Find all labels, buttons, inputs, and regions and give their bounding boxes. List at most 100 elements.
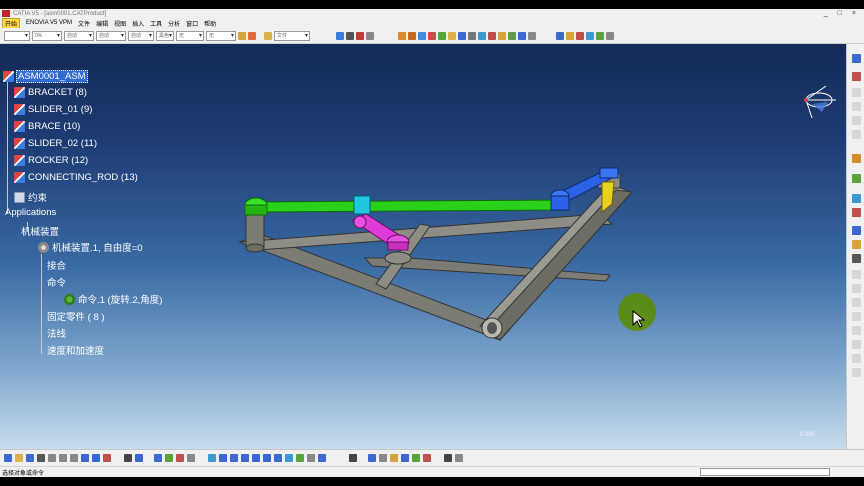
assembly-icon-2[interactable] [408,31,416,40]
stop-icon[interactable] [423,454,431,462]
simulation-icon[interactable] [852,174,861,183]
sensor-icon[interactable] [852,208,861,217]
layer-color-combo[interactable]: 黑色 [156,30,174,41]
assembly-icon-9[interactable] [478,31,486,40]
print-icon[interactable] [37,454,45,462]
maximize-button[interactable]: □ [838,10,842,17]
assembly-icon-12[interactable] [508,31,516,40]
transparency-combo[interactable]: 0% [32,30,62,41]
assembly-icon-4[interactable] [428,31,436,40]
toolbar-icon[interactable] [852,312,861,321]
normal-view-icon[interactable] [274,454,282,462]
toolbar-icon[interactable] [852,130,861,139]
fly-icon[interactable] [208,454,216,462]
mechanism-model[interactable] [0,44,846,449]
toolbar-icon[interactable] [852,102,861,111]
toolbar-icon[interactable] [852,284,861,293]
assembly-icon-10[interactable] [488,31,496,40]
kinematics-icon-3[interactable] [576,31,584,40]
toolbar-icon[interactable] [852,354,861,363]
menu-tools[interactable]: 工具 [150,19,162,28]
menu-insert[interactable]: 插入 [132,19,144,28]
undo-icon[interactable] [81,454,89,462]
linetype-combo[interactable]: 自动 [96,30,126,41]
camera-icon[interactable] [349,454,357,462]
minimize-button[interactable]: _ [824,10,828,17]
format-icon[interactable] [248,31,256,40]
assembly-icon-3[interactable] [418,31,426,40]
view-icon-2[interactable] [165,454,173,462]
kinematics-icon-4[interactable] [586,31,594,40]
toolbar-icon[interactable] [852,116,861,125]
knowledge-icon[interactable] [135,454,143,462]
kinematics-icon-1[interactable] [556,31,564,40]
new-icon[interactable] [4,454,12,462]
axis-icon[interactable] [368,454,376,462]
layout-icon[interactable] [455,454,463,462]
bracket-frame[interactable] [238,173,634,341]
joint-icon[interactable] [852,154,861,163]
zoom-out-icon[interactable] [263,454,271,462]
menu-edit[interactable]: 编辑 [96,19,108,28]
toolbar-icon[interactable] [852,270,861,279]
assembly-icon-7[interactable] [458,31,466,40]
sketch-icon[interactable] [379,454,387,462]
toolbar-icon[interactable] [852,368,861,377]
toolbar-icon[interactable] [852,298,861,307]
assembly-icon-13[interactable] [518,31,526,40]
workbench-icon[interactable] [852,54,861,63]
catalog-icon[interactable] [336,31,344,40]
close-button[interactable]: × [852,10,856,17]
toolbar-icon[interactable] [852,88,861,97]
view-icon-4[interactable] [187,454,195,462]
menu-view[interactable]: 视图 [114,19,126,28]
kinematics-toolbar-icon[interactable] [852,72,861,81]
toolbar-icon[interactable] [852,340,861,349]
menu-start[interactable]: 开始 [2,17,21,29]
assembly-icon-5[interactable] [438,31,446,40]
menu-file[interactable]: 文件 [78,19,90,28]
update-icon[interactable] [412,454,420,462]
command-input[interactable] [700,468,830,476]
3d-viewport[interactable]: ASM0001_ASM BRACKET (8) SLIDER_01 (9) BR… [0,44,846,449]
copy-icon[interactable] [59,454,67,462]
sweep-icon[interactable] [852,254,861,263]
painter-icon[interactable] [238,31,246,40]
view-icon-1[interactable] [154,454,162,462]
swap-icon[interactable] [318,454,326,462]
grid-icon[interactable] [444,454,452,462]
save-icon[interactable] [26,454,34,462]
pan-icon[interactable] [230,454,238,462]
view-icon-3[interactable] [176,454,184,462]
assembly-icon-14[interactable] [528,31,536,40]
spec-icon[interactable] [390,454,398,462]
cut-icon[interactable] [48,454,56,462]
render-combo[interactable]: 无 [206,30,236,41]
hide-show-icon[interactable] [307,454,315,462]
menu-window[interactable]: 窗口 [186,19,198,28]
measure-icon[interactable] [356,31,364,40]
iso-view-icon[interactable] [285,454,293,462]
law-icon[interactable] [852,226,861,235]
table-icon[interactable] [346,31,354,40]
trace-icon[interactable] [852,240,861,249]
kinematics-icon-6[interactable] [606,31,614,40]
tools-icon[interactable] [366,31,374,40]
kinematics-icon-5[interactable] [596,31,604,40]
layer-combo[interactable]: 无 [176,30,204,41]
assembly-icon-11[interactable] [498,31,506,40]
paste-icon[interactable] [70,454,78,462]
connecting-rod[interactable] [244,197,557,216]
menu-analysis[interactable]: 分析 [168,19,180,28]
fit-all-icon[interactable] [219,454,227,462]
zoom-in-icon[interactable] [252,454,260,462]
dof-icon[interactable] [852,194,861,203]
help-icon[interactable] [103,454,111,462]
shading-icon[interactable] [296,454,304,462]
point-combo[interactable]: 自动 [128,30,154,41]
assembly-icon-8[interactable] [468,31,476,40]
formula-icon[interactable] [124,454,132,462]
menu-help[interactable]: 帮助 [204,19,216,28]
redo-icon[interactable] [92,454,100,462]
slider-01[interactable] [353,195,371,215]
